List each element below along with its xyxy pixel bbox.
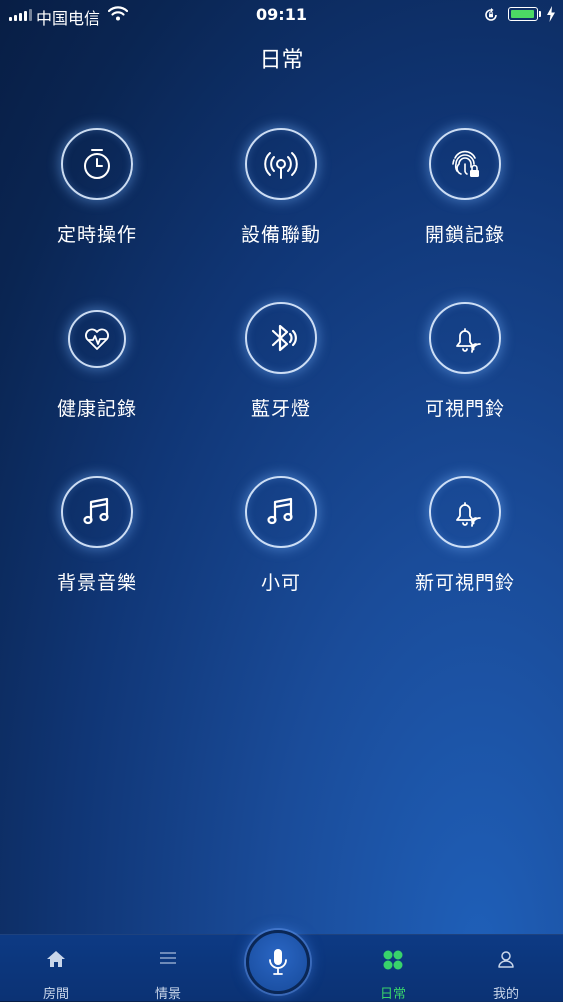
doorbell-icon — [429, 476, 501, 548]
tab-scenes[interactable]: 情景 — [118, 935, 218, 1002]
fingerprint-lock-icon — [429, 128, 501, 200]
timer-icon — [61, 128, 133, 200]
tile-background-music[interactable]: 背景音樂 — [5, 476, 189, 595]
music-note-icon — [61, 476, 133, 548]
battery-tip — [539, 11, 541, 17]
charging-bolt-icon — [547, 6, 555, 22]
tab-label: 日常 — [379, 987, 406, 1002]
bluetooth-icon — [245, 302, 317, 374]
tile-timer[interactable]: 定時操作 — [5, 128, 189, 247]
device-link-icon — [245, 128, 317, 200]
tile-label: 新可視門鈴 — [414, 572, 515, 594]
tab-label: 情景 — [154, 987, 181, 1002]
tile-label: 定時操作 — [56, 224, 137, 246]
page-title: 日常 — [259, 48, 304, 73]
home-icon — [47, 951, 65, 967]
user-icon — [498, 951, 514, 968]
tile-new-video-doorbell[interactable]: 新可視門鈴 — [373, 476, 557, 595]
heart-pulse-icon — [68, 310, 126, 368]
menu-lines-icon — [160, 952, 176, 964]
tile-xiaoke[interactable]: 小可 — [189, 476, 373, 595]
tile-label: 背景音樂 — [56, 572, 137, 594]
tile-label: 小可 — [260, 572, 301, 594]
rotation-lock-icon — [485, 8, 497, 21]
tile-label: 藍牙燈 — [250, 398, 311, 420]
status-bar: 中国电信 09:11 — [0, 0, 563, 30]
voice-button[interactable] — [246, 930, 310, 994]
battery-level — [511, 10, 534, 18]
tab-label: 我的 — [492, 987, 519, 1002]
doorbell-icon — [429, 302, 501, 374]
tab-label: 房間 — [42, 987, 69, 1002]
tile-video-doorbell[interactable]: 可視門鈴 — [373, 302, 557, 421]
tile-label: 設備聯動 — [240, 224, 321, 246]
tile-bluetooth-light[interactable]: 藍牙燈 — [189, 302, 373, 421]
tile-device-link[interactable]: 設備聯動 — [189, 128, 373, 247]
microphone-icon — [269, 949, 287, 975]
four-leaf-grid-icon — [383, 950, 403, 970]
tab-mine[interactable]: 我的 — [456, 935, 556, 1002]
battery-icon — [508, 7, 538, 21]
status-time: 09:11 — [256, 5, 307, 24]
tab-daily[interactable]: 日常 — [343, 935, 443, 1002]
tile-label: 可視門鈴 — [424, 398, 505, 420]
tile-label: 健康記錄 — [56, 398, 137, 420]
tab-rooms[interactable]: 房間 — [6, 935, 106, 1002]
tile-label: 開鎖記錄 — [424, 224, 505, 246]
music-note-icon — [245, 476, 317, 548]
tile-health-records[interactable]: 健康記錄 — [5, 302, 189, 421]
tile-unlock-records[interactable]: 開鎖記錄 — [373, 128, 557, 247]
